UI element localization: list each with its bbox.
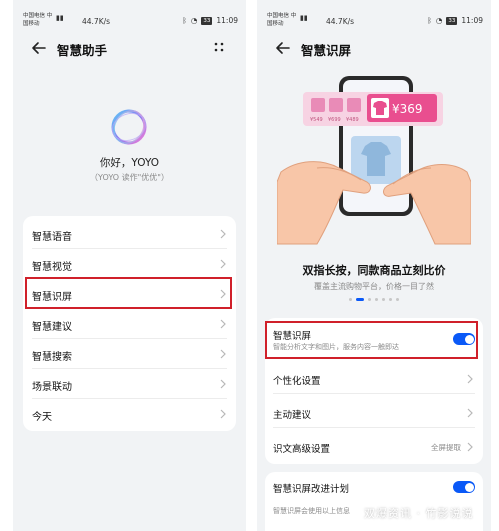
improvement-plan-toggle[interactable]: [453, 481, 475, 493]
menu-item-label: 场景联动: [32, 382, 72, 393]
menu-item-today[interactable]: 今天: [23, 399, 236, 429]
carousel-dot: [349, 298, 352, 301]
chevron-right-icon: [220, 319, 226, 329]
settings-item-label: 个性化设置: [273, 376, 321, 387]
carousel-indicator: [257, 298, 491, 301]
page-title: 智慧助手: [57, 43, 108, 58]
right-screen: 中国电信 中国移动 ▮▮ 44.7K/s ᛒ ◔ 33 11:09 智慧识屏 ¥…: [257, 0, 491, 531]
carousel-dot-active: [356, 298, 364, 301]
chevron-right-icon: [467, 408, 473, 418]
greeting-subtitle: （YOYO 读作"优优"）: [90, 173, 169, 182]
clock: 11:09: [461, 16, 483, 25]
assistant-menu-card: 智慧语音 智慧视觉 智慧识屏 智慧建议 智慧搜索 场景联动 今天: [23, 216, 236, 431]
chevron-right-icon: [467, 374, 473, 384]
battery-icon: 33: [446, 16, 458, 25]
feature-subline: 覆盖主流购物平台，价格一目了然: [314, 282, 434, 291]
chevron-right-icon: [220, 409, 226, 419]
network-speed: 44.7K/s: [82, 17, 111, 26]
carousel-dot: [389, 298, 392, 301]
chevron-right-icon: [220, 349, 226, 359]
chevron-right-icon: [220, 229, 226, 239]
highlight-box: [25, 277, 232, 309]
back-arrow-icon[interactable]: [31, 38, 47, 58]
plan-label: 智慧识屏改进计划: [273, 484, 350, 495]
menu-item-search[interactable]: 智慧搜索: [23, 339, 236, 369]
app-header: 智慧助手: [13, 38, 246, 58]
plan-description: 智慧识屏会使用以上信息: [273, 507, 350, 515]
carousel-dot: [396, 298, 399, 301]
carrier-text: 中国电信 中国移动: [267, 13, 297, 27]
settings-item-label: 主动建议: [273, 410, 312, 421]
app-header: 智慧识屏: [257, 38, 491, 58]
yoyo-logo-icon: [111, 109, 147, 145]
settings-item-suggestions[interactable]: 主动建议: [265, 396, 483, 428]
settings-item-ocr-advanced[interactable]: 识文高级设置 全屏提取: [265, 430, 483, 462]
menu-item-label: 今天: [32, 412, 52, 423]
menu-item-label: 智慧视觉: [32, 262, 72, 273]
price-small-3: ¥489: [346, 117, 359, 123]
settings-item-label: 识文高级设置: [273, 444, 331, 455]
bluetooth-icon: ᛒ: [427, 16, 432, 25]
carousel-dot: [368, 298, 371, 301]
settings-item-value: 全屏提取: [431, 443, 461, 452]
divider: [273, 393, 475, 394]
clock: 11:09: [216, 16, 238, 25]
chevron-right-icon: [220, 259, 226, 269]
chevron-right-icon: [467, 442, 473, 452]
highlight-box: [265, 321, 478, 359]
wifi-icon: ◔: [190, 16, 198, 25]
feature-headline: 双指长按，同款商品立刻比价: [302, 264, 446, 277]
watermark: 双爆资讯 · 竹影说说: [364, 507, 474, 520]
menu-item-vision[interactable]: 智慧视觉: [23, 249, 236, 279]
menu-item-scene-linkage[interactable]: 场景联动: [23, 369, 236, 399]
network-speed: 44.7K/s: [326, 17, 355, 26]
signal-icon: ▮▮: [300, 14, 308, 22]
back-arrow-icon[interactable]: [275, 38, 291, 58]
wifi-icon: ◔: [435, 16, 443, 25]
carousel-dot: [375, 298, 378, 301]
divider: [273, 427, 475, 428]
price-big: ¥369: [392, 102, 423, 116]
hands-phone-illustration: ¥549 ¥699 ¥489 ¥369: [277, 76, 471, 245]
greeting-title: 你好，YOYO: [99, 157, 160, 169]
menu-item-suggestions[interactable]: 智慧建议: [23, 309, 236, 339]
menu-item-voice[interactable]: 智慧语音: [23, 219, 236, 249]
page-title: 智慧识屏: [301, 43, 352, 58]
more-options-icon[interactable]: [214, 42, 224, 52]
price-small-2: ¥699: [328, 117, 341, 123]
menu-item-label: 智慧搜索: [32, 352, 72, 363]
chevron-right-icon: [220, 379, 226, 389]
carrier-text: 中国电信 中国移动: [23, 13, 53, 27]
signal-icon: ▮▮: [56, 14, 64, 22]
price-small-1: ¥549: [310, 117, 323, 123]
improvement-plan-card: 智慧识屏改进计划 智慧识屏会使用以上信息: [265, 472, 483, 531]
bluetooth-icon: ᛒ: [182, 16, 187, 25]
menu-item-label: 智慧建议: [32, 322, 72, 333]
menu-item-label: 智慧语音: [32, 232, 72, 243]
battery-icon: 33: [201, 16, 213, 25]
improvement-plan-row[interactable]: 智慧识屏改进计划 智慧识屏会使用以上信息: [265, 472, 483, 515]
left-screen: 中国电信 中国移动 ▮▮ 44.7K/s ᛒ ◔ 33 11:09 智慧助手 你…: [13, 0, 246, 531]
status-bar: 中国电信 中国移动 ▮▮ 44.7K/s ᛒ ◔ 33 11:09: [23, 12, 238, 30]
settings-item-personalize[interactable]: 个性化设置: [265, 362, 483, 394]
status-bar: 中国电信 中国移动 ▮▮ 44.7K/s ᛒ ◔ 33 11:09: [267, 12, 483, 30]
carousel-dot: [382, 298, 385, 301]
